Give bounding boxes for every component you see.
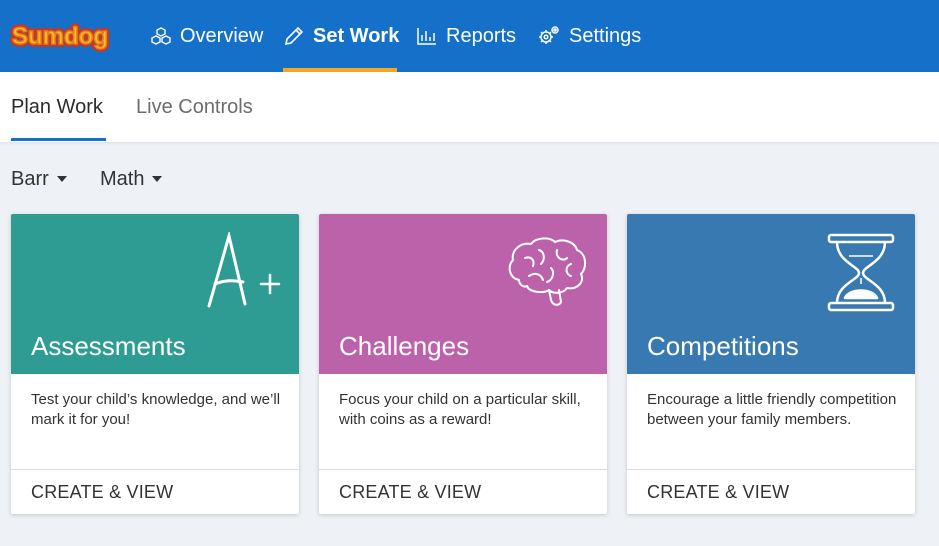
hourglass-icon: [827, 233, 895, 312]
cubes-icon: [151, 27, 171, 45]
competitions-card[interactable]: Competitions Encourage a little friendly…: [627, 214, 915, 514]
competitions-card-header: Competitions: [627, 214, 915, 374]
nav-reports[interactable]: Reports: [416, 0, 516, 72]
subject-dropdown[interactable]: Math: [100, 165, 163, 193]
nav-reports-label: Reports: [446, 24, 517, 47]
sumdog-logo[interactable]: Sumdog Sumdog: [10, 10, 112, 54]
top-nav: Sumdog Sumdog Overview Set Work Reports: [0, 0, 939, 72]
sub-tabs-bar: Plan Work Live Controls: [0, 72, 939, 142]
tab-live-controls-label: Live Controls: [136, 95, 253, 118]
assessments-create-view-button[interactable]: CREATE & VIEW: [31, 482, 173, 503]
competitions-title: Competitions: [647, 331, 799, 361]
class-dropdown-label: Barr: [11, 167, 49, 190]
card-divider: [627, 469, 915, 470]
tab-plan-work[interactable]: Plan Work: [11, 72, 103, 142]
bar-chart-icon: [417, 28, 436, 45]
tab-plan-work-label: Plan Work: [11, 95, 103, 118]
caret-down-icon: [152, 176, 163, 182]
tab-live-controls[interactable]: Live Controls: [136, 72, 253, 142]
challenges-description: Focus your child on a particular skill, …: [339, 391, 581, 428]
challenges-card[interactable]: Challenges Focus your child on a particu…: [319, 214, 607, 514]
card-divider: [11, 469, 299, 470]
caret-down-icon: [56, 176, 67, 182]
nav-set-work[interactable]: Set Work: [283, 0, 399, 72]
nav-settings-label: Settings: [569, 24, 642, 47]
subtab-active-indicator: [11, 138, 106, 141]
challenges-create-view-button[interactable]: CREATE & VIEW: [339, 482, 481, 503]
nav-overview[interactable]: Overview: [150, 0, 263, 72]
challenges-card-header: Challenges: [319, 214, 607, 374]
a-plus-icon: [207, 232, 281, 308]
subject-dropdown-label: Math: [100, 167, 145, 190]
assessments-title: Assessments: [31, 331, 186, 361]
pencil-icon: [284, 26, 304, 46]
nav-set-work-label: Set Work: [313, 24, 400, 47]
assessments-card-header: Assessments: [11, 214, 299, 374]
competitions-create-view-button[interactable]: CREATE & VIEW: [647, 482, 789, 503]
nav-settings[interactable]: Settings: [537, 0, 641, 72]
competitions-description: Encourage a little friendly competition …: [647, 391, 897, 428]
assessments-card[interactable]: Assessments Test your child’s knowledge,…: [11, 214, 299, 514]
class-dropdown[interactable]: Barr: [11, 165, 67, 193]
svg-text:Sumdog: Sumdog: [12, 23, 108, 50]
gears-icon: [539, 26, 559, 44]
nav-overview-label: Overview: [180, 24, 264, 47]
brain-icon: [508, 237, 587, 306]
card-divider: [319, 469, 607, 470]
assessments-description: Test your child’s knowledge, and we’ll m…: [31, 391, 281, 428]
challenges-title: Challenges: [339, 331, 470, 361]
